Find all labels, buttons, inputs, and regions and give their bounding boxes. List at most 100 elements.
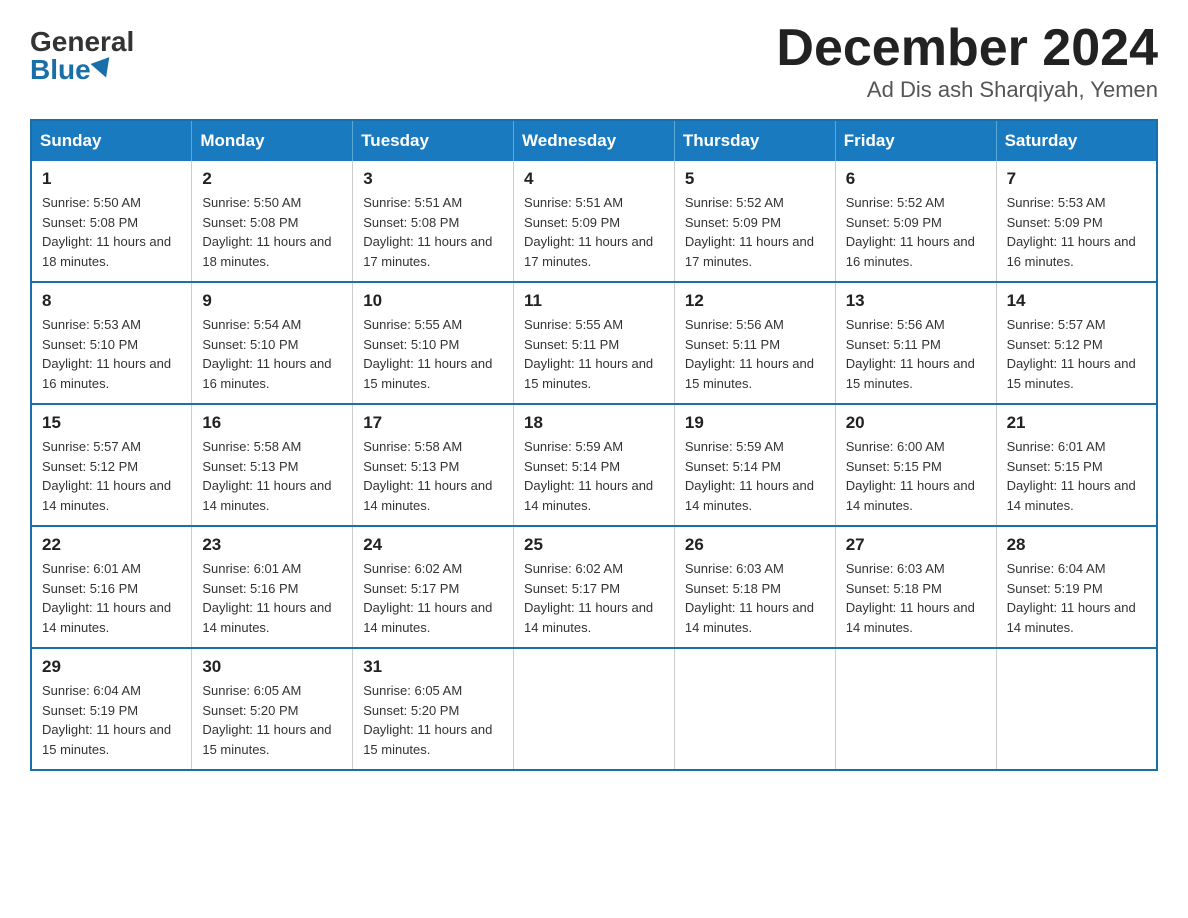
calendar-day-cell: 2 Sunrise: 5:50 AM Sunset: 5:08 PM Dayli…: [192, 161, 353, 282]
day-number: 10: [363, 291, 503, 311]
day-info: Sunrise: 5:55 AM Sunset: 5:10 PM Dayligh…: [363, 315, 503, 393]
sunset-label: Sunset: 5:14 PM: [685, 459, 781, 474]
day-number: 21: [1007, 413, 1146, 433]
day-info: Sunrise: 5:51 AM Sunset: 5:08 PM Dayligh…: [363, 193, 503, 271]
sunset-label: Sunset: 5:19 PM: [42, 703, 138, 718]
calendar-day-cell: 7 Sunrise: 5:53 AM Sunset: 5:09 PM Dayli…: [996, 161, 1157, 282]
day-number: 26: [685, 535, 825, 555]
sunrise-label: Sunrise: 5:51 AM: [524, 195, 623, 210]
day-info: Sunrise: 5:52 AM Sunset: 5:09 PM Dayligh…: [685, 193, 825, 271]
day-info: Sunrise: 6:04 AM Sunset: 5:19 PM Dayligh…: [1007, 559, 1146, 637]
sunrise-label: Sunrise: 5:59 AM: [685, 439, 784, 454]
sunrise-label: Sunrise: 5:56 AM: [846, 317, 945, 332]
calendar-day-cell: 29 Sunrise: 6:04 AM Sunset: 5:19 PM Dayl…: [31, 648, 192, 770]
calendar-day-cell: 12 Sunrise: 5:56 AM Sunset: 5:11 PM Dayl…: [674, 282, 835, 404]
daylight-label: Daylight: 11 hours and 14 minutes.: [202, 600, 331, 635]
day-number: 29: [42, 657, 181, 677]
sunset-label: Sunset: 5:09 PM: [685, 215, 781, 230]
sunset-label: Sunset: 5:13 PM: [202, 459, 298, 474]
day-info: Sunrise: 6:01 AM Sunset: 5:16 PM Dayligh…: [42, 559, 181, 637]
sunset-label: Sunset: 5:10 PM: [363, 337, 459, 352]
sunrise-label: Sunrise: 6:01 AM: [42, 561, 141, 576]
day-number: 19: [685, 413, 825, 433]
col-header-friday: Friday: [835, 120, 996, 161]
calendar-day-cell: 16 Sunrise: 5:58 AM Sunset: 5:13 PM Dayl…: [192, 404, 353, 526]
calendar-day-cell: 27 Sunrise: 6:03 AM Sunset: 5:18 PM Dayl…: [835, 526, 996, 648]
sunset-label: Sunset: 5:08 PM: [363, 215, 459, 230]
daylight-label: Daylight: 11 hours and 16 minutes.: [42, 356, 171, 391]
day-info: Sunrise: 5:56 AM Sunset: 5:11 PM Dayligh…: [846, 315, 986, 393]
daylight-label: Daylight: 11 hours and 14 minutes.: [363, 600, 492, 635]
sunset-label: Sunset: 5:08 PM: [202, 215, 298, 230]
sunset-label: Sunset: 5:11 PM: [846, 337, 941, 352]
logo-general-text: General: [30, 28, 134, 56]
sunset-label: Sunset: 5:12 PM: [1007, 337, 1103, 352]
col-header-monday: Monday: [192, 120, 353, 161]
calendar-day-cell: 22 Sunrise: 6:01 AM Sunset: 5:16 PM Dayl…: [31, 526, 192, 648]
sunrise-label: Sunrise: 6:03 AM: [846, 561, 945, 576]
calendar-day-cell: [514, 648, 675, 770]
day-info: Sunrise: 5:53 AM Sunset: 5:10 PM Dayligh…: [42, 315, 181, 393]
sunrise-label: Sunrise: 5:52 AM: [846, 195, 945, 210]
calendar-day-cell: [996, 648, 1157, 770]
daylight-label: Daylight: 11 hours and 14 minutes.: [685, 600, 814, 635]
day-number: 2: [202, 169, 342, 189]
day-info: Sunrise: 6:05 AM Sunset: 5:20 PM Dayligh…: [202, 681, 342, 759]
daylight-label: Daylight: 11 hours and 18 minutes.: [42, 234, 171, 269]
daylight-label: Daylight: 11 hours and 15 minutes.: [363, 722, 492, 757]
sunrise-label: Sunrise: 6:01 AM: [202, 561, 301, 576]
sunset-label: Sunset: 5:18 PM: [685, 581, 781, 596]
day-info: Sunrise: 5:51 AM Sunset: 5:09 PM Dayligh…: [524, 193, 664, 271]
sunrise-label: Sunrise: 5:50 AM: [202, 195, 301, 210]
calendar-week-row: 29 Sunrise: 6:04 AM Sunset: 5:19 PM Dayl…: [31, 648, 1157, 770]
sunset-label: Sunset: 5:17 PM: [524, 581, 620, 596]
sunrise-label: Sunrise: 5:58 AM: [363, 439, 462, 454]
sunset-label: Sunset: 5:13 PM: [363, 459, 459, 474]
calendar-week-row: 1 Sunrise: 5:50 AM Sunset: 5:08 PM Dayli…: [31, 161, 1157, 282]
day-number: 25: [524, 535, 664, 555]
calendar-day-cell: 17 Sunrise: 5:58 AM Sunset: 5:13 PM Dayl…: [353, 404, 514, 526]
day-number: 13: [846, 291, 986, 311]
calendar-week-row: 15 Sunrise: 5:57 AM Sunset: 5:12 PM Dayl…: [31, 404, 1157, 526]
day-info: Sunrise: 5:59 AM Sunset: 5:14 PM Dayligh…: [524, 437, 664, 515]
sunset-label: Sunset: 5:12 PM: [42, 459, 138, 474]
day-number: 31: [363, 657, 503, 677]
sunset-label: Sunset: 5:20 PM: [363, 703, 459, 718]
sunset-label: Sunset: 5:10 PM: [202, 337, 298, 352]
calendar-day-cell: 9 Sunrise: 5:54 AM Sunset: 5:10 PM Dayli…: [192, 282, 353, 404]
day-info: Sunrise: 6:02 AM Sunset: 5:17 PM Dayligh…: [524, 559, 664, 637]
day-info: Sunrise: 6:00 AM Sunset: 5:15 PM Dayligh…: [846, 437, 986, 515]
sunset-label: Sunset: 5:09 PM: [846, 215, 942, 230]
sunset-label: Sunset: 5:11 PM: [685, 337, 780, 352]
daylight-label: Daylight: 11 hours and 15 minutes.: [363, 356, 492, 391]
calendar-day-cell: 5 Sunrise: 5:52 AM Sunset: 5:09 PM Dayli…: [674, 161, 835, 282]
day-info: Sunrise: 6:03 AM Sunset: 5:18 PM Dayligh…: [685, 559, 825, 637]
sunrise-label: Sunrise: 5:59 AM: [524, 439, 623, 454]
sunrise-label: Sunrise: 5:54 AM: [202, 317, 301, 332]
day-info: Sunrise: 6:05 AM Sunset: 5:20 PM Dayligh…: [363, 681, 503, 759]
day-number: 22: [42, 535, 181, 555]
calendar-day-cell: 6 Sunrise: 5:52 AM Sunset: 5:09 PM Dayli…: [835, 161, 996, 282]
sunrise-label: Sunrise: 5:58 AM: [202, 439, 301, 454]
calendar-day-cell: 10 Sunrise: 5:55 AM Sunset: 5:10 PM Dayl…: [353, 282, 514, 404]
daylight-label: Daylight: 11 hours and 16 minutes.: [846, 234, 975, 269]
day-info: Sunrise: 6:01 AM Sunset: 5:16 PM Dayligh…: [202, 559, 342, 637]
calendar-day-cell: 14 Sunrise: 5:57 AM Sunset: 5:12 PM Dayl…: [996, 282, 1157, 404]
calendar-day-cell: 1 Sunrise: 5:50 AM Sunset: 5:08 PM Dayli…: [31, 161, 192, 282]
sunrise-label: Sunrise: 5:53 AM: [1007, 195, 1106, 210]
daylight-label: Daylight: 11 hours and 15 minutes.: [846, 356, 975, 391]
month-title: December 2024: [776, 20, 1158, 77]
calendar-week-row: 8 Sunrise: 5:53 AM Sunset: 5:10 PM Dayli…: [31, 282, 1157, 404]
daylight-label: Daylight: 11 hours and 15 minutes.: [1007, 356, 1136, 391]
sunrise-label: Sunrise: 6:02 AM: [524, 561, 623, 576]
calendar-day-cell: 18 Sunrise: 5:59 AM Sunset: 5:14 PM Dayl…: [514, 404, 675, 526]
header-row: Sunday Monday Tuesday Wednesday Thursday…: [31, 120, 1157, 161]
day-info: Sunrise: 5:52 AM Sunset: 5:09 PM Dayligh…: [846, 193, 986, 271]
day-number: 16: [202, 413, 342, 433]
daylight-label: Daylight: 11 hours and 14 minutes.: [42, 478, 171, 513]
location-subtitle: Ad Dis ash Sharqiyah, Yemen: [776, 77, 1158, 103]
day-number: 6: [846, 169, 986, 189]
sunset-label: Sunset: 5:16 PM: [202, 581, 298, 596]
calendar-day-cell: 4 Sunrise: 5:51 AM Sunset: 5:09 PM Dayli…: [514, 161, 675, 282]
day-number: 4: [524, 169, 664, 189]
